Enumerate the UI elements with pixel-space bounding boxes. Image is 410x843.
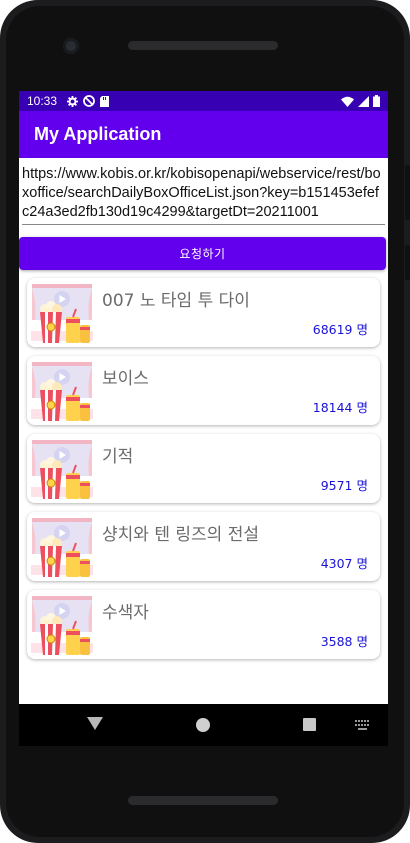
movie-card[interactable]: 수색자 3588 명 (27, 590, 380, 659)
navigation-bar (19, 704, 388, 746)
movie-card[interactable]: 샹치와 텐 링즈의 전설 4307 명 (27, 512, 380, 581)
signal-icon (358, 95, 369, 107)
audience-count: 9571 명 (320, 478, 368, 493)
movie-card[interactable]: 기적 9571 명 (27, 434, 380, 503)
sd-card-icon (100, 95, 110, 107)
movie-popcorn-icon (31, 518, 93, 577)
bottom-speaker (128, 796, 278, 805)
request-button[interactable]: 요청하기 (19, 237, 386, 270)
gear-icon (67, 95, 79, 107)
movie-title: 보이스 (102, 369, 149, 389)
movie-title: 기적 (102, 447, 134, 467)
back-icon[interactable] (87, 717, 103, 730)
movie-card[interactable]: 보이스 18144 명 (27, 356, 380, 425)
app-bar: My Application (19, 111, 388, 158)
status-time: 10:33 (27, 94, 58, 108)
movie-popcorn-icon (31, 362, 93, 421)
movie-title: 샹치와 텐 링즈의 전설 (102, 525, 259, 545)
audience-count: 4307 명 (320, 556, 368, 571)
audience-count: 3588 명 (320, 634, 368, 649)
app-screen: 10:33 My Application https://www.kobis.o… (19, 91, 388, 704)
movie-card[interactable]: 007 노 타임 투 다이 68619 명 (27, 278, 380, 347)
battery-icon (373, 95, 380, 107)
movie-popcorn-icon (31, 596, 93, 655)
movie-list[interactable]: 007 노 타임 투 다이 68619 명 보이스 18144 명 기적 957… (19, 278, 388, 659)
power-button (405, 245, 410, 280)
request-button-label: 요청하기 (179, 247, 226, 261)
audience-count: 68619 명 (312, 322, 368, 337)
top-speaker (128, 41, 278, 50)
front-camera (63, 38, 79, 54)
movie-popcorn-icon (31, 284, 93, 343)
volume-button (405, 165, 410, 220)
movie-popcorn-icon (31, 440, 93, 499)
wifi-icon (341, 96, 354, 107)
home-icon[interactable] (196, 718, 210, 732)
app-title: My Application (34, 124, 162, 144)
url-input[interactable]: https://www.kobis.or.kr/kobisopenapi/web… (22, 165, 385, 225)
keyboard-icon[interactable] (355, 720, 371, 730)
movie-title: 007 노 타임 투 다이 (102, 291, 250, 311)
recents-icon[interactable] (303, 718, 316, 731)
audience-count: 18144 명 (312, 400, 368, 415)
vpn-icon (83, 95, 95, 107)
status-bar: 10:33 (19, 91, 388, 111)
movie-title: 수색자 (102, 603, 149, 623)
phone-frame: 10:33 My Application https://www.kobis.o… (0, 0, 410, 843)
